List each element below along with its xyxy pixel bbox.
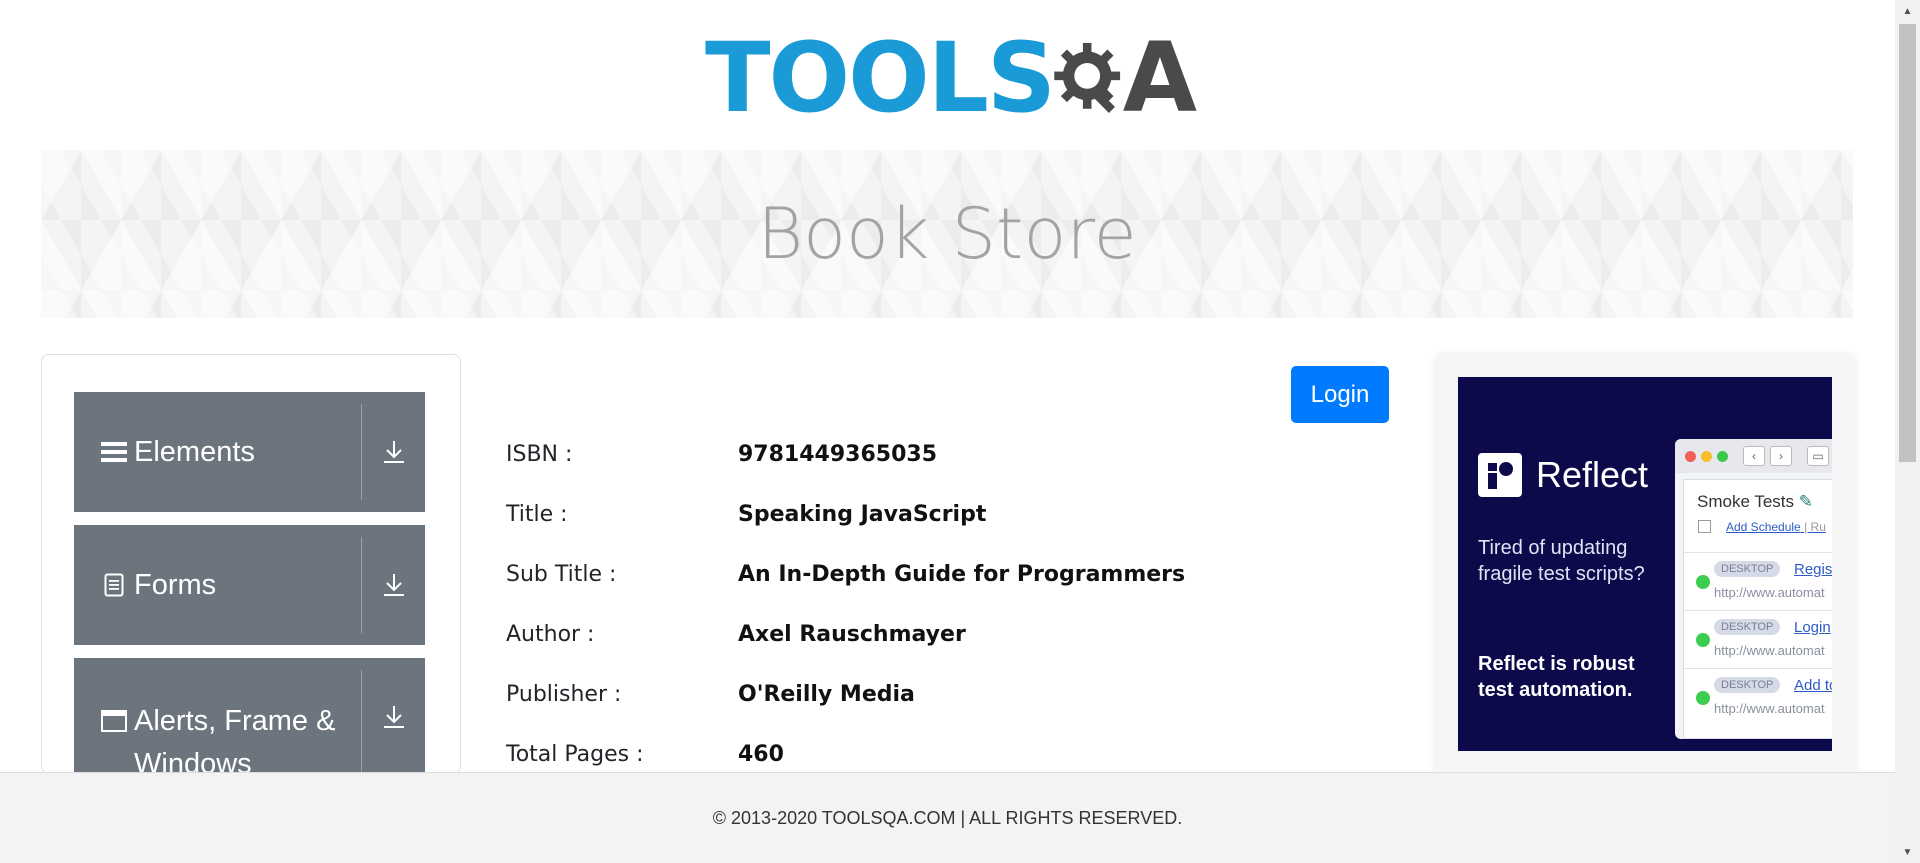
nav-group-header[interactable]: Elements bbox=[74, 392, 361, 512]
reflect-logo: Reflect bbox=[1478, 453, 1648, 497]
page-banner: Book Store bbox=[41, 150, 1853, 318]
ad-window-content: Smoke Tests ✎ Add Schedule | Ru DESKTOP … bbox=[1683, 479, 1832, 739]
pencil-icon: ✎ bbox=[1798, 492, 1813, 511]
title-label: Title : bbox=[506, 502, 568, 527]
reflect-brand: Reflect bbox=[1536, 454, 1649, 495]
ad-strong-text: Reflect is robust test automation. bbox=[1478, 653, 1635, 701]
download-arrow-icon[interactable] bbox=[362, 658, 425, 778]
back-icon: ‹ bbox=[1743, 446, 1765, 466]
nav-group-label: Elements bbox=[134, 435, 255, 468]
nav-group-alerts-frame-windows[interactable]: Alerts, Frame & Windows bbox=[74, 658, 425, 780]
publisher-label: Publisher : bbox=[506, 682, 622, 707]
left-nav-panel: Elements Forms Alerts, Frame & Windows bbox=[41, 354, 461, 780]
publisher-value: O'Reilly Media bbox=[738, 682, 915, 707]
isbn-value: 9781449365035 bbox=[738, 442, 937, 467]
hamburger-icon bbox=[100, 438, 128, 466]
download-arrow-icon[interactable] bbox=[362, 525, 425, 645]
reflect-logo-icon bbox=[1478, 453, 1522, 497]
maximize-dot-icon bbox=[1717, 450, 1728, 462]
close-dot-icon bbox=[1685, 450, 1696, 462]
scroll-down-arrow-icon[interactable]: ▼ bbox=[1895, 841, 1920, 863]
nav-group-header[interactable]: Forms bbox=[74, 525, 361, 645]
nav-group-label: Forms bbox=[134, 568, 217, 601]
subtitle-row: Sub Title : An In-Depth Guide for Progra… bbox=[506, 562, 1185, 587]
toolsqa-logo[interactable]: TOOLS A bbox=[705, 18, 1197, 138]
browser-titlebar: ‹ › ▭ bbox=[1675, 439, 1832, 473]
scroll-up-arrow-icon[interactable]: ▲ bbox=[1895, 0, 1920, 22]
logo-a-text: A bbox=[1122, 22, 1197, 134]
forward-icon: › bbox=[1770, 446, 1792, 466]
page-footer: © 2013-2020 TOOLSQA.COM | ALL RIGHTS RES… bbox=[0, 772, 1895, 863]
subtitle-label: Sub Title : bbox=[506, 562, 617, 587]
total-pages-row: Total Pages : 460 bbox=[506, 742, 784, 767]
test-link: Login bbox=[1794, 619, 1831, 636]
copyright-text: © 2013-2020 TOOLSQA.COM | ALL RIGHTS RES… bbox=[712, 807, 1183, 828]
nav-group-forms[interactable]: Forms bbox=[74, 525, 425, 645]
test-url: http://www.automat bbox=[1714, 585, 1825, 600]
login-button[interactable]: Login bbox=[1291, 366, 1389, 423]
test-item: DESKTOP Registr http://www.automat bbox=[1684, 552, 1832, 610]
add-schedule-link: Add Schedule | Ru bbox=[1726, 520, 1826, 534]
smoke-tests-title: Smoke Tests ✎ bbox=[1697, 492, 1813, 511]
minimize-dot-icon bbox=[1701, 450, 1712, 462]
isbn-row: ISBN : 9781449365035 bbox=[506, 442, 937, 467]
status-dot-icon bbox=[1696, 633, 1710, 647]
desktop-badge: DESKTOP bbox=[1714, 619, 1781, 635]
ad-panel: Reflect Tired of updating fragile test s… bbox=[1435, 354, 1855, 794]
isbn-label: ISBN : bbox=[506, 442, 573, 467]
logo-tools-text: TOOLS bbox=[705, 22, 1056, 134]
sidebar-toggle-icon: ▭ bbox=[1807, 446, 1829, 466]
author-row: Author : Axel Rauschmayer bbox=[506, 622, 966, 647]
vertical-scrollbar[interactable]: ▲ ▼ bbox=[1895, 0, 1920, 863]
document-icon bbox=[100, 571, 128, 599]
ad-browser-mockup: ‹ › ▭ Smoke Tests ✎ Add Schedule | Ru DE… bbox=[1675, 439, 1832, 739]
calendar-icon bbox=[1698, 520, 1711, 533]
total-pages-value: 460 bbox=[738, 742, 784, 767]
test-link: Add to bbox=[1794, 677, 1832, 694]
test-url: http://www.automat bbox=[1714, 643, 1825, 658]
test-item: DESKTOP Add to http://www.automat bbox=[1684, 668, 1832, 726]
desktop-badge: DESKTOP bbox=[1714, 677, 1781, 693]
status-dot-icon bbox=[1696, 691, 1710, 705]
total-pages-label: Total Pages : bbox=[506, 742, 644, 767]
title-row: Title : Speaking JavaScript bbox=[506, 502, 986, 527]
desktop-badge: DESKTOP bbox=[1714, 561, 1781, 577]
nav-group-header[interactable]: Alerts, Frame & Windows bbox=[74, 658, 361, 780]
nav-group-elements[interactable]: Elements bbox=[74, 392, 425, 512]
author-value: Axel Rauschmayer bbox=[738, 622, 966, 647]
test-url: http://www.automat bbox=[1714, 701, 1825, 716]
subtitle-value: An In-Depth Guide for Programmers bbox=[738, 562, 1186, 587]
reflect-ad[interactable]: Reflect Tired of updating fragile test s… bbox=[1458, 377, 1832, 751]
scrollbar-thumb[interactable] bbox=[1899, 24, 1916, 462]
test-link: Registr bbox=[1794, 561, 1832, 578]
ad-tagline: Tired of updating fragile test scripts? bbox=[1478, 537, 1645, 585]
download-arrow-icon[interactable] bbox=[362, 392, 425, 512]
window-icon bbox=[100, 707, 128, 735]
gear-magnifier-icon bbox=[1054, 42, 1121, 113]
page-title: Book Store bbox=[757, 193, 1137, 275]
publisher-row: Publisher : O'Reilly Media bbox=[506, 682, 915, 707]
status-dot-icon bbox=[1696, 575, 1710, 589]
title-value: Speaking JavaScript bbox=[738, 502, 987, 527]
test-item: DESKTOP Login http://www.automat bbox=[1684, 610, 1832, 668]
author-label: Author : bbox=[506, 622, 595, 647]
